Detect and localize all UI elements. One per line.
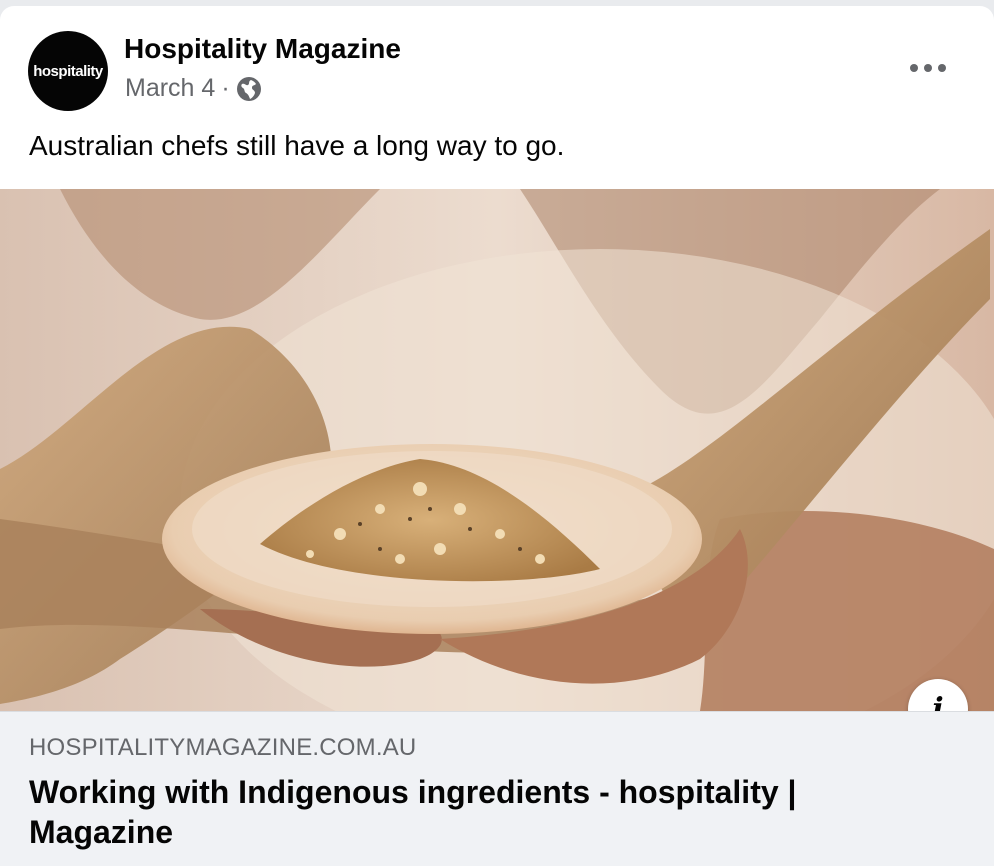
avatar-logo-text: hospitality [33,62,103,80]
globe-icon[interactable] [236,76,262,102]
link-preview[interactable]: HOSPITALITYMAGAZINE.COM.AU Working with … [0,711,994,866]
more-dot [924,64,932,72]
link-title: Working with Indigenous ingredients - ho… [29,774,797,850]
post-meta: March 4 · [125,74,262,103]
page-name-link[interactable]: Hospitality Magazine [124,33,401,65]
page-avatar[interactable]: hospitality [28,31,108,111]
more-dot [938,64,946,72]
link-preview-image[interactable] [0,189,994,711]
more-options-button[interactable] [910,58,946,78]
more-dot [910,64,918,72]
meta-separator: · [221,74,230,102]
feed-post: hospitality Hospitality Magazine March 4… [0,6,994,866]
post-date-link[interactable]: March 4 [125,74,215,103]
link-domain: HOSPITALITYMAGAZINE.COM.AU [29,734,417,761]
post-caption: Australian chefs still have a long way t… [29,130,565,161]
